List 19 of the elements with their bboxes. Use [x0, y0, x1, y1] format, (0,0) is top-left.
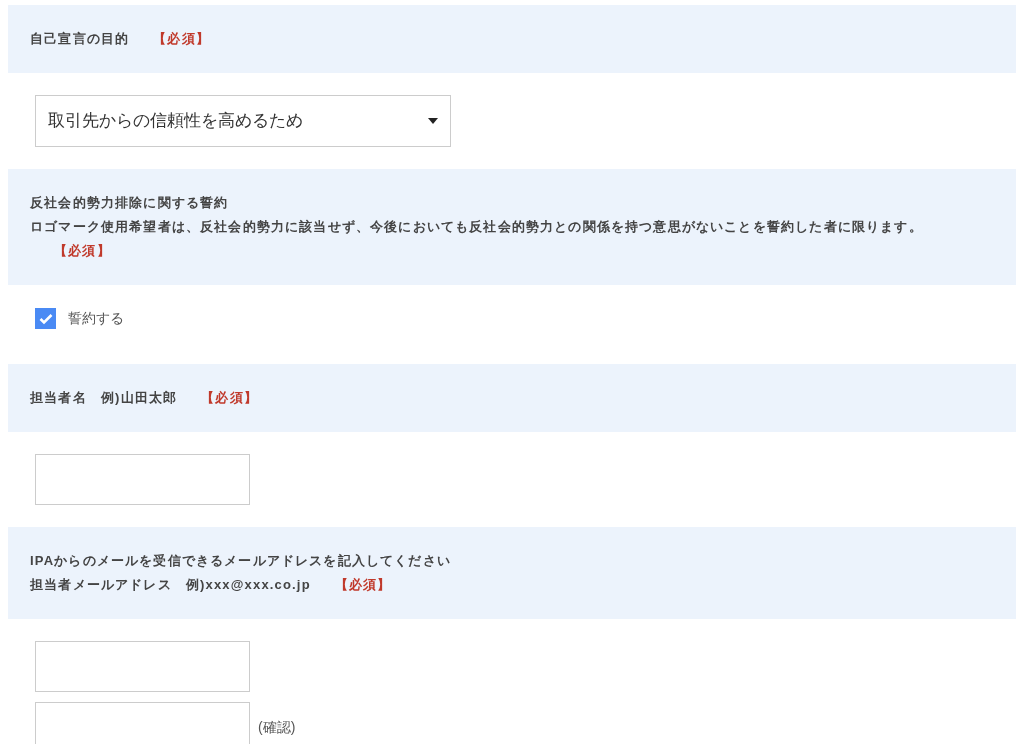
checkmark-icon: [38, 312, 53, 325]
header-text: IPAからのメールを受信できるメールアドレスを記入してください: [30, 553, 451, 568]
required-label: 【必須】: [153, 31, 210, 46]
required-label: 【必須】: [201, 390, 258, 405]
header-text: 担当者メールアドレス 例)xxx@xxx.co.jp: [30, 577, 311, 592]
header-text: 反社会的勢力排除に関する誓約: [30, 195, 229, 210]
header-text: ロゴマーク使用希望者は、反社会的勢力に該当せず、今後においても反社会的勢力との関係を持つ意思がないことを誓約した者に限ります。: [30, 219, 923, 234]
header-text: 担当者名 例)山田太郎: [30, 390, 178, 405]
checkbox[interactable]: [35, 308, 56, 329]
caret-icon: [428, 118, 438, 124]
email-input[interactable]: [35, 641, 250, 692]
confirm-label: (確認): [258, 718, 296, 737]
required-label: 【必須】: [54, 243, 111, 258]
checkbox-label: 誓約する: [68, 309, 124, 328]
select-field[interactable]: 取引先からの信頼性を高めるため: [35, 95, 451, 147]
header-text: 自己宣言の目的: [30, 31, 130, 46]
required-label: 【必須】: [334, 577, 392, 592]
name-input[interactable]: [35, 454, 250, 505]
email-confirm-input[interactable]: [35, 702, 250, 744]
